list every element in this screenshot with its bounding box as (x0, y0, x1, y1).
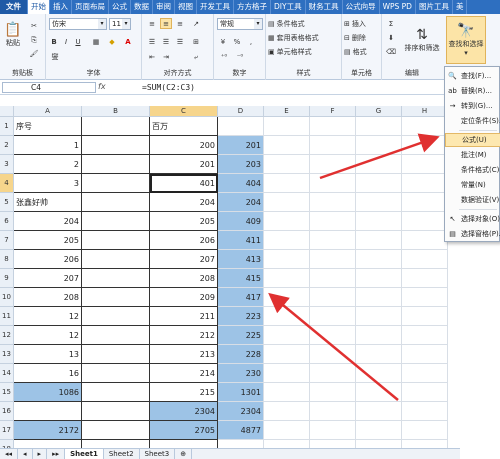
arrow-to-cell-d11 (268, 292, 399, 401)
annotation-arrows (268, 133, 440, 401)
arrow-to-formula-item (319, 133, 440, 180)
